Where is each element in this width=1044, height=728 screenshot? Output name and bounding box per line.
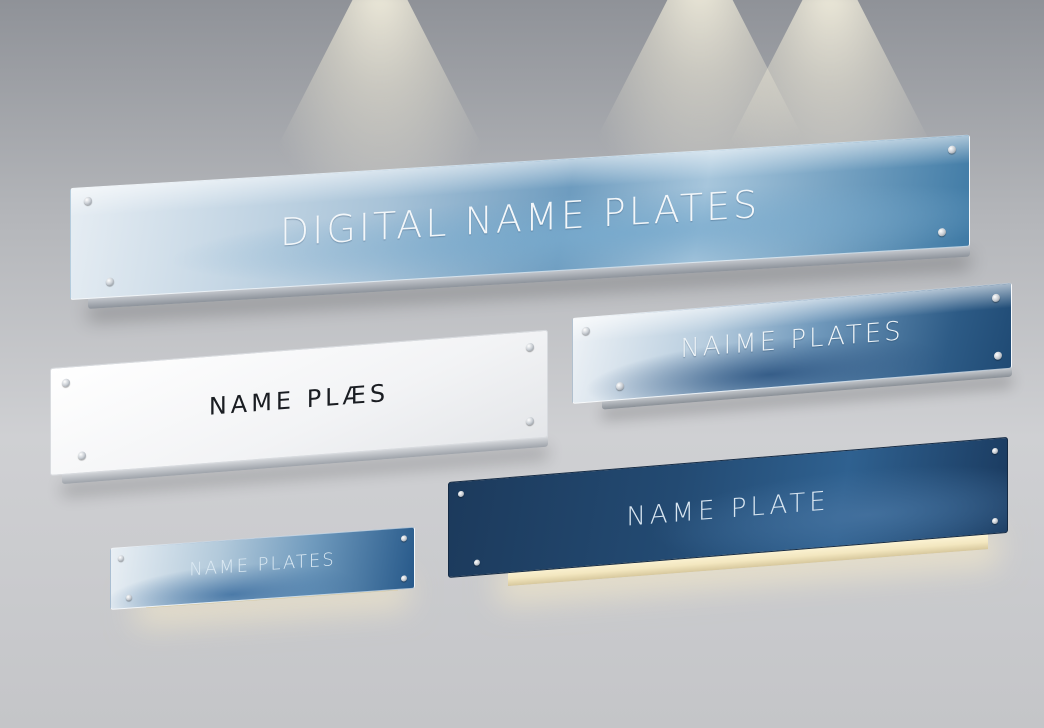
plate-title: NAME PLATE — [626, 486, 830, 533]
plate-title: NAME PLATES — [189, 549, 336, 581]
plate-title: NAME PLÆS — [208, 378, 390, 421]
